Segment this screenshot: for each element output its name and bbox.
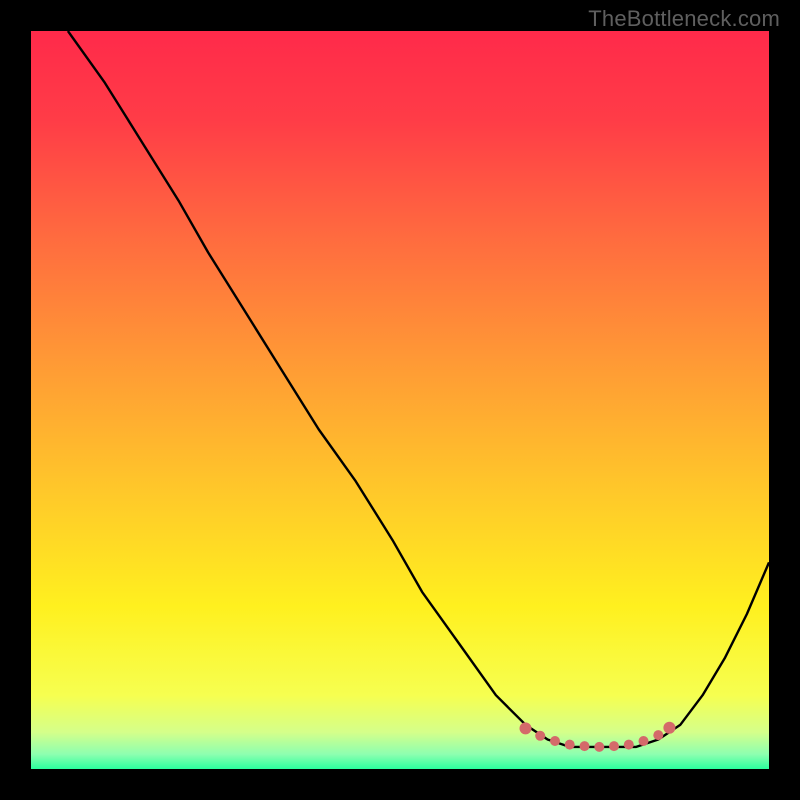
optimal-marker — [535, 731, 545, 741]
optimal-marker — [639, 736, 649, 746]
optimal-marker — [550, 736, 560, 746]
optimal-marker — [594, 742, 604, 752]
bottleneck-curve — [68, 31, 769, 747]
optimal-marker — [624, 740, 634, 750]
optimal-marker — [609, 741, 619, 751]
marker-group — [520, 722, 676, 752]
optimal-marker — [520, 722, 532, 734]
optimal-marker — [663, 722, 675, 734]
optimal-marker — [565, 740, 575, 750]
curve-overlay — [31, 31, 769, 769]
optimal-marker — [580, 741, 590, 751]
chart-container: TheBottleneck.com — [0, 0, 800, 800]
optimal-marker — [653, 730, 663, 740]
watermark-text: TheBottleneck.com — [588, 6, 780, 32]
plot-area — [31, 31, 769, 769]
